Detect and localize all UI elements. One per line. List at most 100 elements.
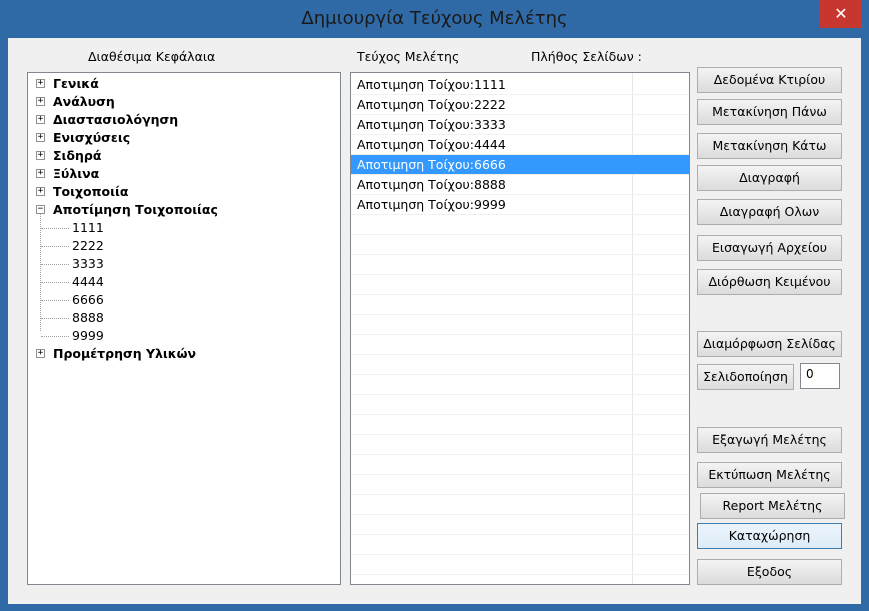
- list-item[interactable]: Αποτιμηση Τοίχου:1111: [351, 75, 689, 95]
- tree-connector-line: [41, 300, 69, 301]
- page-setup-button[interactable]: Διαμόρφωση Σελίδας: [697, 331, 842, 357]
- tree-connector-line: [41, 336, 69, 337]
- tree-child-label: 6666: [72, 292, 104, 307]
- list-item-label: Αποτιμηση Τοίχου:8888: [357, 177, 506, 192]
- list-empty-row: [351, 415, 689, 435]
- list-item-label: Αποτιμηση Τοίχου:1111: [357, 77, 506, 92]
- tree-connector-line: [41, 264, 69, 265]
- print-study-button[interactable]: Εκτύπωση Μελέτης: [697, 462, 842, 488]
- list-item-label: Αποτιμηση Τοίχου:3333: [357, 117, 506, 132]
- list-item-label: Αποτιμηση Τοίχου:2222: [357, 97, 506, 112]
- delete-all-button[interactable]: Διαγραφή Ολων: [697, 199, 842, 225]
- tree-child-label: 9999: [72, 328, 104, 343]
- pagination-input[interactable]: 0: [800, 363, 840, 389]
- import-file-button[interactable]: Εισαγωγή Αρχείου: [697, 235, 842, 261]
- exit-button[interactable]: Εξοδος: [697, 559, 842, 585]
- list-empty-row: [351, 335, 689, 355]
- tree-child-label: 1111: [72, 220, 104, 235]
- save-button[interactable]: Καταχώρηση: [697, 523, 842, 549]
- tree-node[interactable]: + Προμέτρηση Υλικών: [28, 345, 328, 363]
- tree-node[interactable]: + Σιδηρά: [28, 147, 328, 165]
- list-item[interactable]: Αποτιμηση Τοίχου:6666: [351, 155, 689, 175]
- tree-child-node[interactable]: 2222: [28, 237, 328, 255]
- list-empty-row: [351, 215, 689, 235]
- dialog-window: Δημιουργία Τεύχους Μελέτης ✕ Διαθέσιμα Κ…: [0, 0, 869, 611]
- move-down-button[interactable]: Μετακίνηση Κάτω: [697, 133, 842, 159]
- expand-icon[interactable]: +: [36, 151, 45, 160]
- list-empty-row: [351, 315, 689, 335]
- tree-node-label: Σιδηρά: [53, 148, 102, 163]
- title-bar[interactable]: Δημιουργία Τεύχους Μελέτης ✕: [0, 0, 869, 38]
- list-empty-row: [351, 535, 689, 555]
- tree-node[interactable]: + Τοιχοποιία: [28, 183, 328, 201]
- report-study-button[interactable]: Report Μελέτης: [700, 493, 845, 519]
- tree-node[interactable]: − Αποτίμηση Τοιχοποιίας: [28, 201, 328, 219]
- expand-icon[interactable]: +: [36, 115, 45, 124]
- tree-node[interactable]: + Ξύλινα: [28, 165, 328, 183]
- list-empty-row: [351, 255, 689, 275]
- move-up-button[interactable]: Μετακίνηση Πάνω: [697, 99, 842, 125]
- expand-icon[interactable]: +: [36, 79, 45, 88]
- tree-node-label: Ξύλινα: [53, 166, 100, 181]
- close-icon: ✕: [834, 4, 848, 23]
- list-empty-row: [351, 355, 689, 375]
- list-empty-row: [351, 275, 689, 295]
- tree-node-label: Γενικά: [53, 76, 99, 91]
- list-item[interactable]: Αποτιμηση Τοίχου:3333: [351, 115, 689, 135]
- list-empty-row: [351, 555, 689, 575]
- dialog-client-area: Διαθέσιμα Κεφάλαια Τεύχος Μελέτης Πλήθος…: [8, 38, 861, 604]
- tree-child-node[interactable]: 3333: [28, 255, 328, 273]
- list-item-label: Αποτιμηση Τοίχου:4444: [357, 137, 506, 152]
- tree-child-node[interactable]: 9999: [28, 327, 328, 345]
- tree-connector-line: [41, 246, 69, 247]
- list-item[interactable]: Αποτιμηση Τοίχου:9999: [351, 195, 689, 215]
- list-empty-row: [351, 495, 689, 515]
- available-chapters-label: Διαθέσιμα Κεφάλαια: [88, 49, 216, 64]
- collapse-icon[interactable]: −: [36, 205, 45, 214]
- tree-node[interactable]: + Ενισχύσεις: [28, 129, 328, 147]
- tree-node[interactable]: + Ανάλυση: [28, 93, 328, 111]
- export-study-button[interactable]: Εξαγωγή Μελέτης: [697, 427, 842, 453]
- expand-icon[interactable]: +: [36, 349, 45, 358]
- list-empty-row: [351, 475, 689, 495]
- page-count-label: Πλήθος Σελίδων :: [531, 49, 642, 64]
- tree-node-label: Τοιχοποιία: [53, 184, 129, 199]
- tree-node-label: Αποτίμηση Τοιχοποιίας: [53, 202, 218, 217]
- tree-connector-line: [41, 318, 69, 319]
- delete-button[interactable]: Διαγραφή: [697, 165, 842, 191]
- list-item-label: Αποτιμηση Τοίχου:9999: [357, 197, 506, 212]
- expand-icon[interactable]: +: [36, 169, 45, 178]
- tree-connector-line: [41, 228, 69, 229]
- tree-child-label: 3333: [72, 256, 104, 271]
- list-item[interactable]: Αποτιμηση Τοίχου:2222: [351, 95, 689, 115]
- paginate-button[interactable]: Σελιδοποίηση: [697, 364, 794, 390]
- tree-node-label: Ανάλυση: [53, 94, 115, 109]
- tree-connector-line: [41, 282, 69, 283]
- tree-node[interactable]: + Γενικά: [28, 75, 328, 93]
- expand-icon[interactable]: +: [36, 187, 45, 196]
- tree-node[interactable]: + Διαστασιολόγηση: [28, 111, 328, 129]
- list-empty-row: [351, 235, 689, 255]
- list-item[interactable]: Αποτιμηση Τοίχου:8888: [351, 175, 689, 195]
- list-empty-row: [351, 295, 689, 315]
- expand-icon[interactable]: +: [36, 133, 45, 142]
- study-volume-list[interactable]: Αποτιμηση Τοίχου:1111 Αποτιμηση Τοίχου:22…: [350, 72, 690, 585]
- tree-child-node[interactable]: 8888: [28, 309, 328, 327]
- tree-child-node[interactable]: 1111: [28, 219, 328, 237]
- building-data-button[interactable]: Δεδομένα Κτιρίου: [697, 67, 842, 93]
- tree-child-node[interactable]: 6666: [28, 291, 328, 309]
- tree-child-label: 8888: [72, 310, 104, 325]
- tree-child-label: 4444: [72, 274, 104, 289]
- tree-node-label: Διαστασιολόγηση: [53, 112, 179, 127]
- tree-child-node[interactable]: 4444: [28, 273, 328, 291]
- tree-node-label: Ενισχύσεις: [53, 130, 131, 145]
- list-item-label: Αποτιμηση Τοίχου:6666: [357, 157, 506, 172]
- list-empty-row: [351, 395, 689, 415]
- list-item[interactable]: Αποτιμηση Τοίχου:4444: [351, 135, 689, 155]
- chapters-tree[interactable]: + Γενικά + Ανάλυση + Διαστασιολόγηση + Ενισχύσε…: [27, 72, 341, 585]
- study-volume-label: Τεύχος Μελέτης: [357, 49, 460, 64]
- close-button[interactable]: ✕: [820, 0, 862, 28]
- edit-text-button[interactable]: Διόρθωση Κειμένου: [697, 269, 842, 295]
- expand-icon[interactable]: +: [36, 97, 45, 106]
- list-empty-row: [351, 455, 689, 475]
